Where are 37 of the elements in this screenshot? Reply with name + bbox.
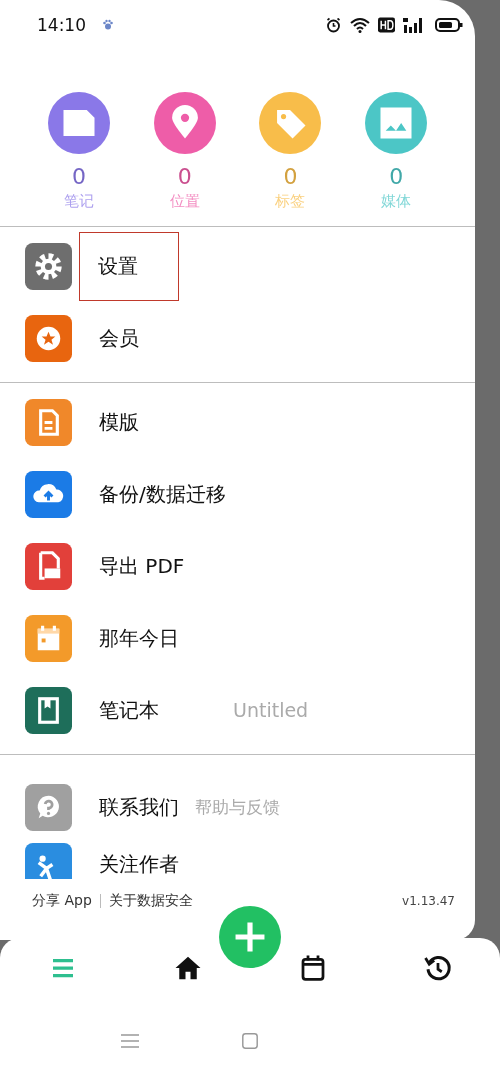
location-pin-icon[interactable] — [153, 92, 216, 154]
stat-label: 媒体 — [381, 191, 412, 212]
menu-item[interactable]: 笔记本 — [99, 696, 159, 724]
note-icon[interactable] — [47, 92, 110, 154]
menu-item[interactable]: 导出 PDF — [99, 552, 185, 580]
battery-icon — [435, 18, 463, 32]
image-icon[interactable] — [365, 92, 428, 154]
stat-count: 0 — [71, 164, 86, 190]
tag-icon[interactable] — [259, 92, 322, 154]
footer-link[interactable]: 分享 App — [32, 892, 92, 910]
menu-item[interactable]: 模版 — [99, 408, 139, 436]
menu-item[interactable]: 联系我们 — [99, 793, 179, 821]
menu-item[interactable]: 关注作者 — [99, 843, 179, 878]
menu-item[interactable]: 设置 — [80, 232, 178, 300]
paw-icon — [102, 19, 114, 31]
menu-item[interactable]: 那年今日 — [99, 624, 179, 652]
history-icon[interactable] — [422, 953, 453, 983]
menu-item[interactable]: 备份/数据迁移 — [99, 480, 226, 508]
clock-time: 14:10 — [37, 15, 86, 35]
version-label: v1.13.47 — [402, 894, 455, 908]
menu-item[interactable]: 会员 — [99, 324, 139, 352]
signal-icon — [403, 17, 423, 33]
menu-item-subtitle: 帮助与反馈 — [195, 795, 280, 819]
notebook-name: Untitled — [233, 699, 309, 721]
footer-link[interactable]: 关于数据安全 — [108, 892, 193, 910]
wifi-icon — [350, 17, 370, 33]
menu-icon[interactable] — [120, 1032, 140, 1050]
stat-label: 位置 — [169, 191, 200, 212]
stat-count: 0 — [177, 164, 192, 190]
stat-label: 笔记 — [63, 191, 94, 212]
square-icon[interactable] — [240, 1032, 260, 1050]
alarm-icon — [325, 17, 342, 33]
stat-count: 0 — [283, 164, 298, 190]
stat-count: 0 — [389, 164, 404, 190]
stat-label: 标签 — [275, 191, 306, 212]
add-button[interactable] — [219, 906, 281, 968]
hd-icon — [378, 17, 395, 33]
